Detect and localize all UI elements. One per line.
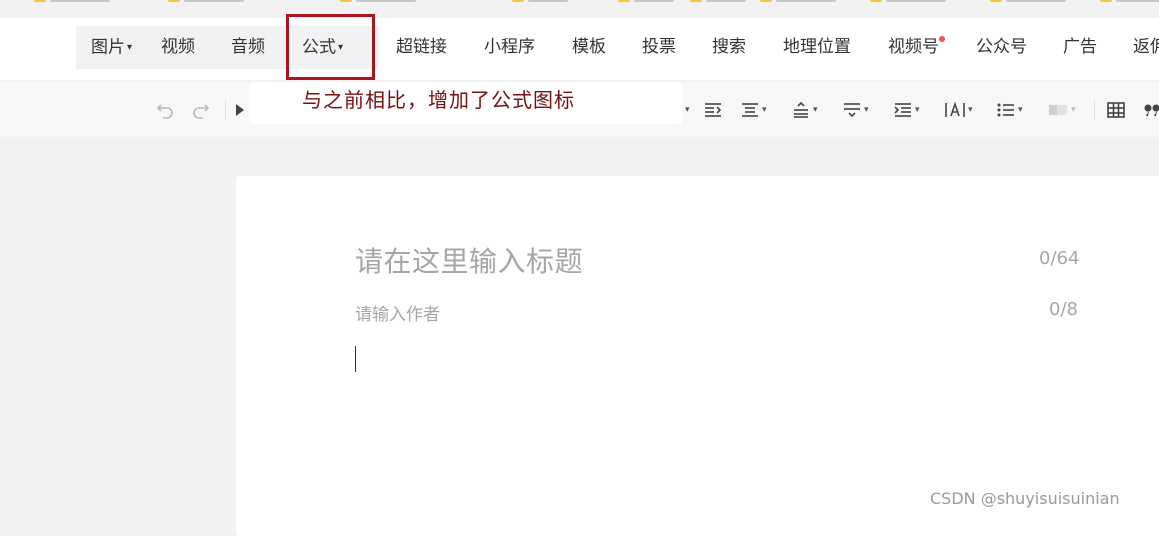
menu-item-label: 返佣 (1133, 37, 1159, 57)
folder-icon (512, 0, 524, 2)
folder-icon (760, 0, 772, 2)
author-char-count: 0/8 (1049, 299, 1078, 320)
annotation-highlight-box (286, 14, 375, 80)
table-icon[interactable] (1107, 100, 1125, 120)
line-height-icon[interactable]: ▾ (792, 100, 818, 120)
bookmark-folder[interactable] (340, 0, 416, 4)
indent-icon[interactable] (704, 100, 722, 120)
paragraph-spacing-icon[interactable]: ▾ (843, 100, 869, 120)
folder-icon (618, 0, 630, 2)
caret-down-icon: ▾ (127, 42, 132, 53)
bookmark-folder[interactable] (760, 0, 836, 4)
menu-item-label: 公众号 (976, 37, 1027, 57)
menu-item-hyperlink[interactable]: 超链接 (396, 26, 447, 69)
bookmark-folder[interactable] (690, 0, 746, 4)
menu-item-label: 超链接 (396, 37, 447, 57)
menu-item-label: 视频 (161, 37, 195, 57)
menu-item-vote[interactable]: 投票 (642, 26, 676, 69)
menu-item-location[interactable]: 地理位置 (783, 26, 851, 69)
text-align-dropdown[interactable]: ▾ (682, 100, 690, 120)
folder-icon (690, 0, 702, 2)
folder-icon (990, 0, 1002, 2)
menu-item-audio[interactable]: 音频 (231, 26, 265, 69)
first-line-indent-icon[interactable]: ▾ (894, 100, 920, 120)
bookmark-folder[interactable] (34, 0, 110, 4)
annotation-text: 与之前相比，增加了公式图标 (302, 84, 575, 116)
author-input[interactable]: 请输入作者 (355, 300, 440, 325)
bookmark-folder[interactable] (1100, 0, 1159, 4)
letter-spacing-icon[interactable]: ▾ (945, 100, 973, 120)
caret-down-icon: ▾ (685, 105, 690, 115)
menu-item-label: 音频 (231, 37, 265, 57)
bookmark-folder[interactable] (168, 0, 244, 4)
caret-down-icon: ▾ (1018, 105, 1023, 115)
menu-item-label: 模板 (572, 37, 606, 57)
background-icon[interactable]: ▾ (1048, 100, 1076, 120)
caret-down-icon: ▾ (1071, 105, 1076, 115)
bookmark-folder[interactable] (990, 0, 1066, 4)
title-char-count: 0/64 (1039, 248, 1079, 269)
caret-down-icon: ▾ (762, 105, 767, 115)
folder-icon (34, 0, 46, 2)
menu-item-label: 搜索 (712, 37, 746, 57)
caret-down-icon: ▾ (968, 105, 973, 115)
undo-icon[interactable] (156, 100, 174, 120)
menu-item-label: 视频号 (888, 37, 939, 57)
caret-down-icon: ▾ (813, 105, 818, 115)
bookmark-folder[interactable] (512, 0, 568, 4)
list-icon[interactable]: ▾ (997, 100, 1023, 120)
menu-item-image[interactable]: 图片▾ (91, 26, 132, 69)
format-brush-icon[interactable] (234, 100, 248, 120)
menu-item-ads[interactable]: 广告 (1063, 26, 1097, 69)
editor-page (236, 176, 1159, 536)
folder-icon (340, 0, 352, 2)
title-input[interactable]: 请在这里输入标题 (355, 240, 583, 280)
toolbar-divider (225, 100, 226, 120)
menu-item-mini-program[interactable]: 小程序 (484, 26, 535, 69)
redo-icon[interactable] (192, 100, 210, 120)
bookmark-folder[interactable] (618, 0, 674, 4)
menu-item-label: 小程序 (484, 37, 535, 57)
text-cursor (355, 346, 356, 372)
menu-item-template[interactable]: 模板 (572, 26, 606, 69)
menu-item-official-account[interactable]: 公众号 (976, 26, 1027, 69)
watermark: CSDN @shuyisuisuinian (930, 489, 1120, 508)
insert-menu-bar: 图片▾ 视频 音频 公式▾ 超链接 小程序 模板 投票 搜索 地理位置 视频号 … (0, 18, 1159, 80)
bookmark-folder[interactable] (870, 0, 946, 4)
folder-icon (168, 0, 180, 2)
menu-item-channels[interactable]: 视频号 (888, 26, 939, 69)
caret-down-icon: ▾ (915, 105, 920, 115)
menu-item-label: 地理位置 (783, 37, 851, 57)
menu-item-label: 广告 (1063, 37, 1097, 57)
menu-item-video[interactable]: 视频 (161, 26, 195, 69)
caret-down-icon: ▾ (864, 105, 869, 115)
align-icon[interactable]: ▾ (741, 100, 767, 120)
menu-item-search[interactable]: 搜索 (712, 26, 746, 69)
menu-item-label: 图片 (91, 38, 125, 58)
folder-icon (1100, 0, 1112, 2)
menu-item-label: 投票 (642, 37, 676, 57)
toolbar-divider (1094, 100, 1095, 120)
folder-icon (870, 0, 882, 2)
notification-dot-icon (939, 36, 945, 42)
menu-item-rebate[interactable]: 返佣 (1133, 26, 1159, 69)
bookmarks-bar (0, 0, 1159, 6)
quote-icon[interactable] (1144, 100, 1159, 120)
